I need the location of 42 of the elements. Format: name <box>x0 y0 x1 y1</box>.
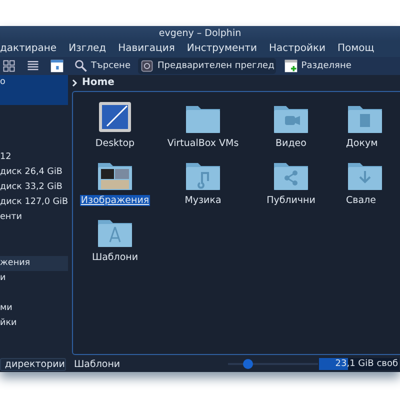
file-name[interactable]: Свале <box>345 195 377 206</box>
window-title: evgeny – Dolphin <box>0 26 400 41</box>
sidebar-item[interactable]: диск 26,4 GiB <box>0 165 68 180</box>
columns-icon <box>50 59 64 73</box>
menu-item[interactable]: Инструменти <box>186 41 258 57</box>
breadcrumb-item[interactable]: Home <box>82 75 114 91</box>
menu-item[interactable]: Настройки <box>269 41 326 57</box>
split-icon <box>284 59 298 73</box>
chevron-icon <box>72 79 78 87</box>
status-text: Шаблони <box>74 358 120 370</box>
sidebar-item[interactable]: о <box>0 75 68 105</box>
sidebar-item[interactable]: диск 33,2 GiB <box>0 180 68 195</box>
preview-icon <box>140 59 154 73</box>
slider-handle[interactable] <box>242 359 253 369</box>
split-button[interactable]: Разделяне <box>282 58 354 74</box>
sidebar-item[interactable]: и <box>0 271 68 286</box>
search-button[interactable]: Търсене <box>72 58 132 74</box>
search-icon <box>74 59 88 73</box>
file-name[interactable]: Докум <box>345 138 379 149</box>
sidebar-item[interactable]: йки <box>0 316 68 331</box>
sidebar-toggle-button[interactable]: директории <box>0 358 66 370</box>
sidebar-item[interactable]: диск 127,0 GiB <box>0 195 68 210</box>
sidebar-item[interactable]: 12 <box>0 150 68 165</box>
preview-button[interactable]: Предварителен преглед <box>138 58 276 74</box>
sidebar-item[interactable]: енти <box>0 210 68 225</box>
menu-item[interactable]: Навигация <box>118 41 175 57</box>
zoom-slider[interactable] <box>228 359 318 369</box>
file-name[interactable]: Изображения <box>80 195 150 206</box>
columns-view-button[interactable] <box>48 58 66 74</box>
menu-item[interactable]: Помощ <box>338 41 374 57</box>
grid-icon <box>2 59 16 73</box>
file-name[interactable]: VirtualBox VMs <box>166 138 240 149</box>
file-name[interactable]: Музика <box>184 195 222 206</box>
file-name[interactable]: Видео <box>274 138 308 149</box>
list-icon <box>26 59 40 73</box>
file-name[interactable]: Desktop <box>94 138 136 149</box>
file-name[interactable]: Шаблони <box>90 252 140 263</box>
sidebar-item[interactable]: ми <box>0 301 68 316</box>
menu-item[interactable]: Изглед <box>68 41 106 57</box>
menu-item[interactable]: дактиране <box>0 41 57 57</box>
sidebar-item[interactable]: жения <box>0 256 68 271</box>
file-name[interactable]: Публични <box>266 195 316 206</box>
